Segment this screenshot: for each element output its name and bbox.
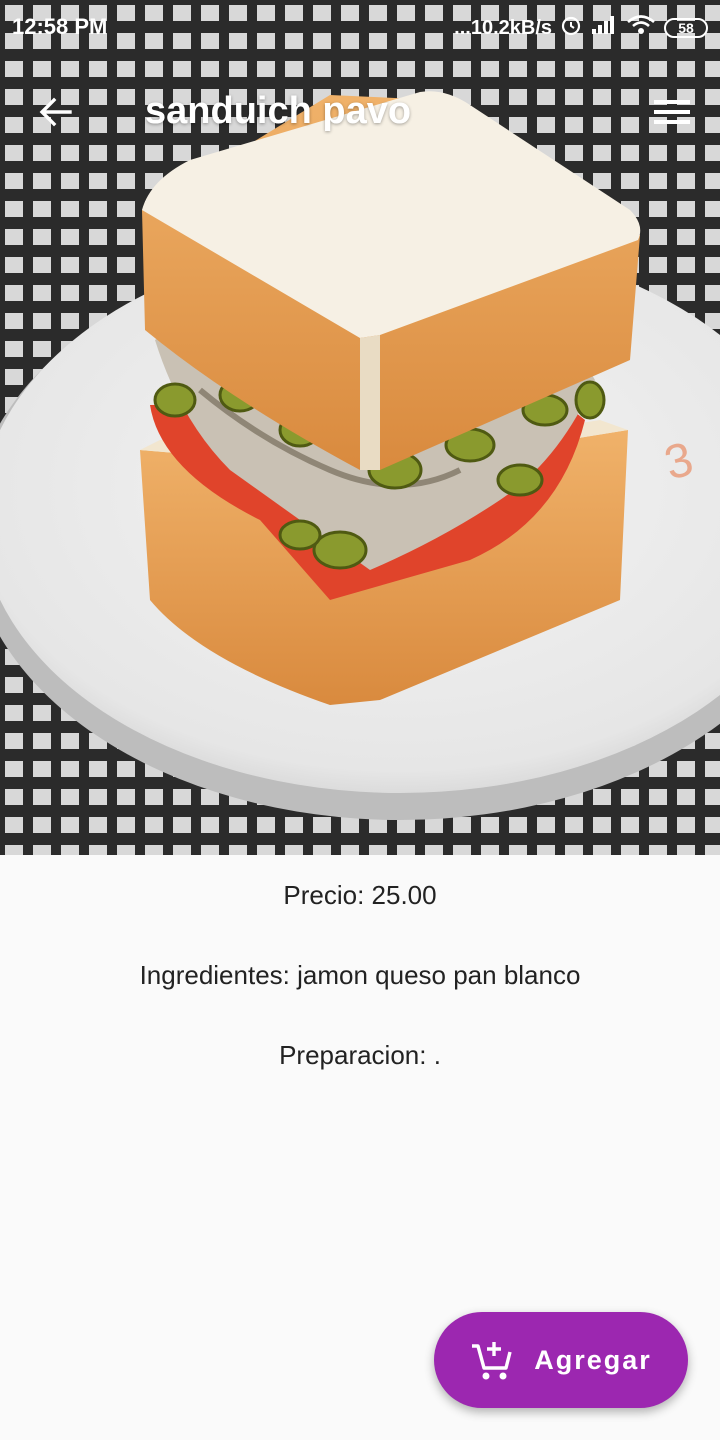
app-bar: sanduich pavo (0, 70, 720, 150)
signal-icon (590, 14, 618, 42)
battery-icon: 58 (664, 18, 708, 38)
add-to-cart-button[interactable]: Agregar (434, 1312, 688, 1408)
back-button[interactable] (30, 88, 82, 136)
status-indicators: ...10.2kB/s 58 (454, 12, 708, 44)
page-title: sanduich pavo (145, 90, 412, 132)
status-bar: 12:58 PM ...10.2kB/s 58 (0, 0, 720, 56)
price-text: Precio: 25.00 (283, 880, 437, 910)
product-details: Precio: 25.00 Ingredientes: jamon queso … (0, 855, 720, 1095)
preparation-text: Preparacion: . (279, 1040, 441, 1070)
status-time: 12:58 PM (12, 14, 108, 39)
add-shopping-cart-icon (472, 1342, 512, 1380)
wifi-icon (626, 14, 656, 42)
network-speed: ...10.2kB/s (454, 16, 552, 39)
menu-button[interactable] (648, 88, 696, 136)
menu-icon (654, 100, 690, 124)
alarm-icon (560, 14, 582, 42)
ingredients-text: Ingredientes: jamon queso pan blanco (139, 960, 581, 990)
arrow-back-icon (39, 97, 72, 127)
add-to-cart-label: Agregar (534, 1344, 652, 1375)
